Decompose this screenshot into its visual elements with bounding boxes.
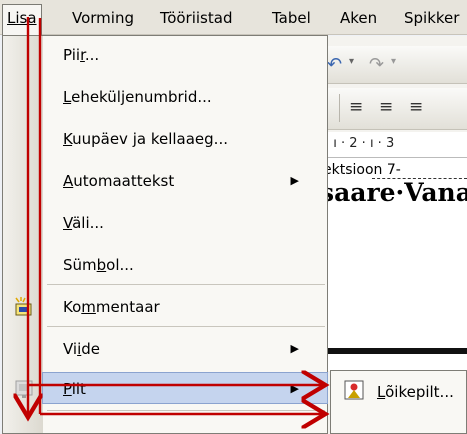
submenu-arrow-icon: ▶ xyxy=(290,382,299,395)
menu-aken[interactable]: Aken xyxy=(336,5,381,31)
menu-item-date-time[interactable]: Kuupäev ja kellaaeg... xyxy=(43,122,327,156)
menu-tabel[interactable]: Tabel xyxy=(268,5,315,31)
redo-icon[interactable]: ↷ xyxy=(369,54,384,75)
menu-icon-strip xyxy=(3,36,43,433)
section-break-label: ektsioon 7- xyxy=(323,162,401,178)
submenu-arrow-icon: ▶ xyxy=(290,174,299,187)
menu-spikker[interactable]: Spikker xyxy=(400,5,463,31)
menu-lisa[interactable]: Lisa xyxy=(2,4,42,35)
undo-dropdown-icon[interactable]: ▾ xyxy=(349,56,354,67)
menu-item-reference[interactable]: Viide ▶ xyxy=(43,332,327,366)
align-right-icon[interactable]: ≡ xyxy=(409,97,423,117)
menu-item-comment[interactable]: Kommentaar xyxy=(43,290,327,324)
menu-tooriistad[interactable]: Tööriistad xyxy=(156,5,236,31)
ruler: · ı · 2 · ı · 3 xyxy=(305,132,467,158)
standard-toolbar: ↶ ▾ ↷ ▾ xyxy=(305,46,467,84)
menu-bar: Lisa Vorming Tööriistad Tabel Aken Spikk… xyxy=(0,0,467,35)
document-heading: saare·Vanal xyxy=(320,178,467,207)
redo-dropdown-icon[interactable]: ▾ xyxy=(391,56,396,67)
clipart-icon xyxy=(343,379,365,401)
page-border xyxy=(305,348,467,354)
menu-item-symbol[interactable]: Sümbol... xyxy=(43,248,327,282)
align-center-icon[interactable]: ≡ xyxy=(379,97,393,117)
submenu-arrow-icon: ▶ xyxy=(290,342,299,355)
align-left-icon[interactable]: ≡ xyxy=(349,97,363,117)
comment-icon xyxy=(13,296,35,318)
menu-item-picture[interactable]: Pilt ▶ xyxy=(42,372,328,404)
formatting-toolbar: U ≡ ≡ ≡ xyxy=(305,88,467,130)
menu-item-page-numbers[interactable]: Leheküljenumbrid... xyxy=(43,80,327,114)
menu-vorming[interactable]: Vorming xyxy=(68,5,138,31)
web-component-icon xyxy=(13,378,35,400)
picture-submenu: Lõikepilt... xyxy=(330,370,467,434)
menu-item-autotext[interactable]: Automaattekst ▶ xyxy=(43,164,327,198)
menu-item-field[interactable]: Väli... xyxy=(43,206,327,240)
undo-icon[interactable]: ↶ xyxy=(327,54,342,75)
menu-item-border[interactable]: Piir... xyxy=(43,38,327,72)
